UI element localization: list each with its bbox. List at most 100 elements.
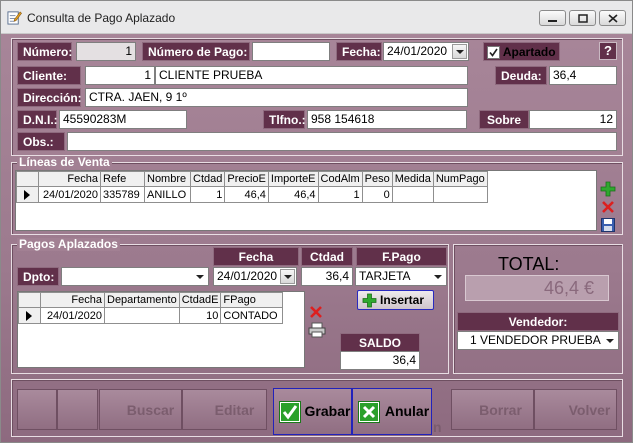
column-header[interactable]: ImporteE [267,171,319,187]
apartado-checkbox[interactable]: Apartado [483,42,560,61]
title-bar: Consulta de Pago Aplazado [1,1,632,34]
blank-button-2[interactable] [57,389,98,430]
table-cell[interactable]: CONTADO [220,307,284,324]
close-icon [608,14,618,23]
column-header[interactable]: Medida [391,171,434,187]
numero-field[interactable]: 1 [76,42,136,61]
chevron-down-icon[interactable] [196,275,204,279]
tlfno-label: Tlfno.: [263,110,306,129]
cliente-code-field[interactable]: 1 [85,66,155,85]
buscar-label: Buscar [126,402,175,418]
obs-field[interactable] [67,132,617,151]
dni-field[interactable]: 45590283M [59,110,187,129]
maximize-icon [578,14,588,23]
table-cell[interactable] [104,307,180,324]
deuda-field[interactable]: 36,4 [549,66,617,85]
tlfno-field[interactable]: 958 154618 [307,110,467,129]
pagos-ctdad-field[interactable]: 36,4 [301,267,353,286]
pagos-fecha-label: Fecha [213,247,299,266]
vendedor-combo-value: 1 VENDEDOR PRUEBA [470,333,601,347]
anular-button[interactable]: Anular [352,388,432,435]
table-cell[interactable]: 24/01/2020 [38,186,101,203]
row-indicator[interactable] [18,307,41,324]
direccion-label: Dirección: [17,88,82,107]
chevron-down-icon[interactable] [452,44,467,59]
volver-button[interactable]: Volver [534,389,617,430]
table-cell[interactable]: 46,4 [224,186,269,203]
insertar-button[interactable]: Insertar [357,290,434,310]
borrar-label: Borrar [479,402,522,418]
table-cell[interactable] [432,186,488,203]
table-cell[interactable]: 1 [189,186,226,203]
chevron-down-icon[interactable] [280,269,295,284]
column-header[interactable]: Departamento [104,292,180,308]
delete-payment-icon[interactable] [309,305,323,319]
dpto-combo[interactable] [61,267,209,286]
column-header[interactable]: Nombre [144,171,191,187]
lineas-grid[interactable]: Fecha Refe Nombre Ctdad PrecioE ImporteE… [15,170,597,231]
row-indicator[interactable] [16,186,39,203]
column-header[interactable]: CodAlm [317,171,363,187]
table-cell[interactable]: 46,4 [267,186,319,203]
chevron-down-icon[interactable] [434,275,442,279]
edit-document-icon [7,11,22,25]
column-header[interactable]: Fecha [40,292,105,308]
chevron-down-icon[interactable] [606,339,614,343]
column-header[interactable]: FPago [220,292,284,308]
printer-icon[interactable] [308,322,326,338]
numero-pago-field[interactable] [252,42,330,61]
lineas-table: Fecha Refe Nombre Ctdad PrecioE ImporteE… [16,171,488,203]
table-cell[interactable]: 335789 [100,186,145,203]
table-row[interactable]: 24/01/2020 10 CONTADO [18,307,284,324]
saldo-label: SALDO [340,333,420,352]
row-indicator-header [16,171,39,187]
borrar-button[interactable]: Borrar [451,389,534,430]
checkmark-icon [279,401,301,423]
table-cell[interactable]: 10 [178,307,222,324]
close-window-button[interactable] [599,10,626,26]
column-header[interactable]: CtdadE [178,292,222,308]
column-header[interactable]: Refe [100,171,145,187]
column-header[interactable]: Fecha [38,171,101,187]
vendedor-label: Vendedor: [457,312,619,331]
help-button[interactable]: ? [599,42,617,60]
table-row[interactable]: 24/01/2020 335789 ANILLO 1 46,4 46,4 1 0 [16,186,488,203]
table-cell[interactable]: 24/01/2020 [40,307,105,324]
saldo-field[interactable]: 36,4 [340,351,420,370]
fecha-label: Fecha: [336,42,382,61]
column-header[interactable]: Peso [361,171,393,187]
table-cell[interactable]: 0 [361,186,393,203]
grabar-button[interactable]: Grabar [273,388,352,435]
fpago-combo[interactable]: TARJETA [355,267,447,286]
maximize-button[interactable] [569,10,596,26]
column-header[interactable]: Ctdad [189,171,226,187]
sobre-field[interactable]: 12 [529,110,617,129]
fecha-combo[interactable]: 24/01/2020 [383,42,469,61]
buscar-button[interactable]: Buscar [99,389,182,430]
pagos-fecha-combo[interactable]: 24/01/2020 [213,267,297,286]
table-cell[interactable] [391,186,434,203]
pagos-fecha-value: 24/01/2020 [217,269,278,283]
table-cell[interactable]: ANILLO [144,186,191,203]
save-disk-icon[interactable] [601,218,615,232]
delete-line-icon[interactable] [601,200,615,214]
direccion-field[interactable]: CTRA. JAEN, 9 1º [85,88,468,107]
sobre-label: Sobre [479,110,529,129]
column-header[interactable]: NumPago [432,171,488,187]
total-value: 46,4 € [465,275,609,301]
cliente-name-field[interactable]: CLIENTE PRUEBA [155,66,468,85]
pagos-table: Fecha Departamento CtdadE FPago 24/01/20… [18,292,284,324]
editar-button[interactable]: Editar [182,389,267,430]
column-header[interactable]: PrecioE [224,171,269,187]
checkbox-checked-icon[interactable] [487,46,500,60]
numero-label: Número: [17,42,72,61]
add-line-icon[interactable] [600,181,616,197]
insertar-label: Insertar [380,293,425,307]
pagos-grid[interactable]: Fecha Departamento CtdadE FPago 24/01/20… [17,291,305,368]
blank-button-1[interactable] [17,389,57,430]
table-cell[interactable]: 1 [317,186,363,203]
cliente-label: Cliente: [17,66,81,85]
minimize-button[interactable] [539,10,566,26]
pagos-ctdad-label: Ctdad [301,247,353,266]
vendedor-combo[interactable]: 1 VENDEDOR PRUEBA [457,331,619,350]
